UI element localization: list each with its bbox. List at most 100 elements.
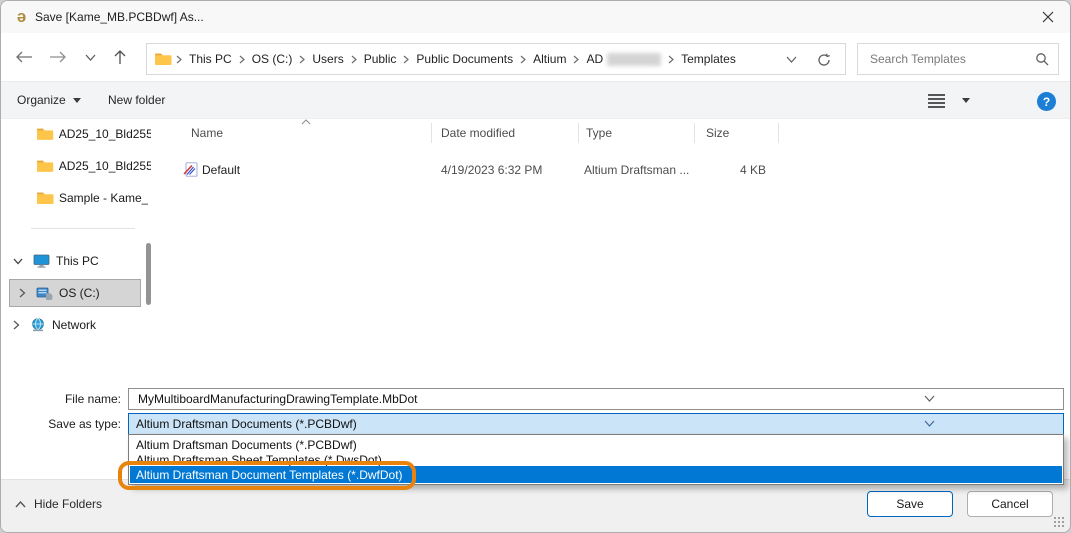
recent-locations-chevron-icon[interactable] [81,47,99,67]
network-label: Network [52,318,96,332]
chevron-collapsed-icon[interactable] [13,320,20,330]
view-mode-chevron-icon[interactable] [962,82,970,118]
caret-down-icon [73,98,81,103]
dialog-title: Save [Kame_MB.PCBDwf] As... [35,10,204,24]
dropdown-option-dwfdot-selected[interactable]: Altium Draftsman Document Templates (*.D… [130,466,1062,483]
sidebar-item-folder-3[interactable]: Sample - Kame_ [1,184,151,212]
altium-draftsman-app-icon: ə [13,8,30,26]
help-button[interactable]: ? [1037,92,1056,111]
back-icon[interactable] [13,47,35,67]
column-separator[interactable] [578,123,579,143]
sidebar-item-network[interactable]: Network [1,311,151,339]
save-as-type-value: Altium Draftsman Documents (*.PCBDwf) [136,417,357,431]
hide-folders-label: Hide Folders [34,497,102,511]
file-name-input[interactable] [136,391,1016,407]
save-as-type-label: Save as type: [1,417,121,431]
breadcrumb-item-altium[interactable]: Altium [530,52,569,66]
save-button-label: Save [896,497,923,511]
draftsman-file-icon [183,162,198,177]
folder-icon [37,159,54,173]
address-dropdown-chevron-icon[interactable] [786,56,797,63]
folder-icon [155,52,172,66]
folder-label: AD25_10_Bld255 [59,127,151,141]
breadcrumb-item-public-documents[interactable]: Public Documents [413,52,516,66]
breadcrumb-item-os-c[interactable]: OS (C:) [249,52,296,66]
breadcrumb-separator-icon [299,55,305,64]
sort-ascending-icon [301,119,311,125]
dropdown-option-pcbdwf[interactable]: Altium Draftsman Documents (*.PCBDwf) [130,437,1062,452]
folder-icon [37,191,54,205]
breadcrumb-item-ad-version[interactable]: AD [583,52,664,66]
sidebar-divider [31,228,135,229]
save-button[interactable]: Save [867,491,953,517]
search-icon[interactable] [1035,52,1049,66]
file-type-cell: Altium Draftsman ... [584,163,689,177]
chevron-expanded-icon[interactable] [13,258,23,265]
cancel-button[interactable]: Cancel [967,491,1053,517]
breadcrumb-item-ad-label: AD [586,52,603,66]
breadcrumb-separator-icon [239,55,245,64]
footer-bar: Hide Folders Save Cancel [1,479,1070,532]
search-input[interactable] [868,44,1028,74]
navigation-bar: This PC OS (C:) Users Public Public Docu… [1,33,1070,80]
sidebar-item-folder-2[interactable]: AD25_10_Bld255 [1,152,151,180]
up-icon[interactable] [109,47,131,67]
breadcrumb-item-templates[interactable]: Templates [678,52,739,66]
chevron-collapsed-icon[interactable] [19,288,26,298]
organize-button[interactable]: Organize [17,82,81,118]
file-date-cell: 4/19/2023 6:32 PM [441,163,542,177]
sidebar-item-folder-1[interactable]: AD25_10_Bld255 [1,120,151,148]
breadcrumb-separator-icon [573,55,579,64]
cancel-button-label: Cancel [991,497,1028,511]
dropdown-option-dwsdot[interactable]: Altium Draftsman Sheet Templates (*.DwsD… [130,452,1062,467]
browser-content: AD25_10_Bld255 AD25_10_Bld255 Sample - K… [1,119,1070,384]
folder-label: Sample - Kame_ [59,191,148,205]
breadcrumb-item-public[interactable]: Public [361,52,400,66]
sidebar-item-os-c[interactable]: OS (C:) [1,279,151,307]
view-mode-icon[interactable] [928,82,945,118]
search-box [857,43,1059,75]
new-folder-button[interactable]: New folder [108,82,165,118]
folder-label: AD25_10_Bld255 [59,159,151,173]
column-separator[interactable] [431,123,432,143]
organize-label: Organize [17,93,66,107]
breadcrumb-item-this-pc[interactable]: This PC [186,52,235,66]
column-header-type[interactable]: Type [586,122,612,144]
this-pc-label: This PC [56,254,99,268]
dialog-window: ə Save [Kame_MB.PCBDwf] As... This PC [0,0,1071,533]
help-glyph: ? [1043,95,1050,109]
breadcrumb-item-users[interactable]: Users [309,52,346,66]
sidebar-item-this-pc[interactable]: This PC [1,247,151,275]
forward-icon[interactable] [47,47,69,67]
os-c-label: OS (C:) [59,286,100,300]
caret-down-icon [962,98,970,103]
redacted-text-blur [607,53,661,66]
file-size-cell: 4 KB [694,163,766,177]
this-pc-icon [33,254,50,268]
column-header-name[interactable]: Name [191,122,223,144]
sidebar-scrollbar-thumb[interactable] [146,243,151,305]
file-name-chevron-icon[interactable] [924,395,935,402]
breadcrumb-separator-icon [668,55,674,64]
column-header-size[interactable]: Size [706,122,729,144]
breadcrumb-separator-icon [176,55,182,64]
save-as-type-chevron-icon[interactable] [924,420,935,427]
column-header-date-modified[interactable]: Date modified [441,122,515,144]
network-icon [30,318,46,332]
refresh-icon[interactable] [817,53,831,67]
column-separator[interactable] [694,123,695,143]
hide-folders-button[interactable]: Hide Folders [15,497,102,511]
title-bar: ə Save [Kame_MB.PCBDwf] As... [1,1,1070,33]
save-as-dialog: ə Save [Kame_MB.PCBDwf] As... This PC [0,0,1071,533]
new-folder-label: New folder [108,93,165,107]
column-separator[interactable] [778,123,779,143]
chevron-up-icon [15,501,26,508]
resize-grip[interactable] [1053,516,1065,528]
save-as-type-dropdown: Altium Draftsman Documents (*.PCBDwf) Al… [128,434,1064,485]
breadcrumb-separator-icon [520,55,526,64]
file-name-label: File name: [1,392,121,406]
close-icon[interactable] [1036,6,1060,28]
folder-icon [37,127,54,141]
file-name-cell[interactable]: Default [202,163,240,177]
breadcrumb: This PC OS (C:) Users Public Public Docu… [146,43,846,75]
